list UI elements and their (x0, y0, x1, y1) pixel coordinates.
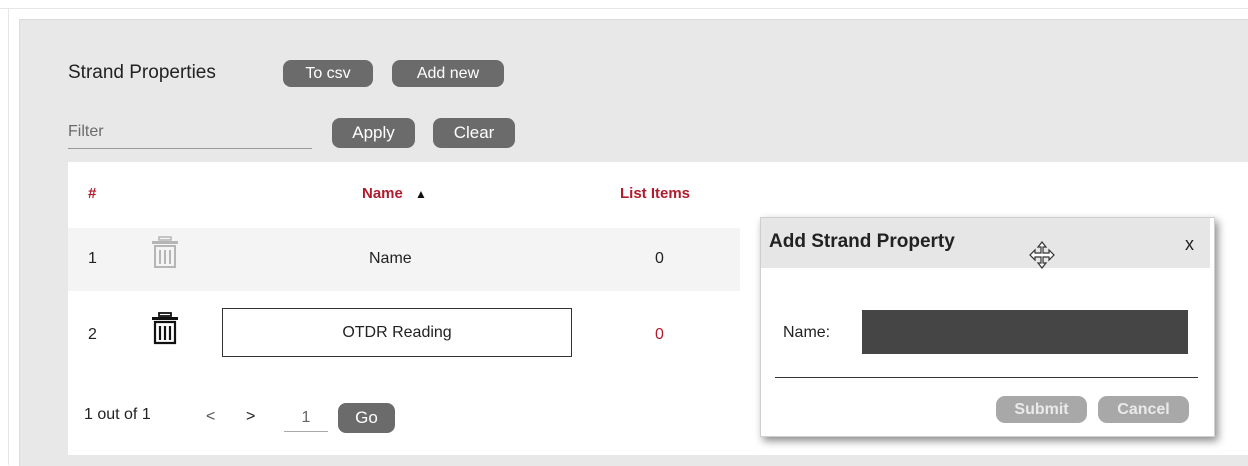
move-icon[interactable] (1027, 240, 1057, 275)
column-header-name-label: Name (362, 185, 403, 202)
row-name-editor[interactable]: OTDR Reading (222, 308, 572, 357)
add-strand-property-dialog: Add Strand Property x Name: Submit Cance… (760, 217, 1215, 437)
filter-field[interactable] (68, 120, 312, 149)
pager-next-button[interactable]: > (246, 408, 255, 426)
column-header-list-items[interactable]: List Items (620, 185, 690, 202)
clear-button[interactable]: Clear (433, 118, 515, 148)
row-index: 1 (88, 250, 97, 267)
page-title: Strand Properties (68, 62, 216, 83)
dialog-title: Add Strand Property (769, 231, 955, 252)
cancel-button[interactable]: Cancel (1098, 396, 1189, 423)
column-header-index[interactable]: # (88, 185, 96, 202)
page-number-input[interactable]: 1 (284, 404, 328, 432)
name-input[interactable] (862, 310, 1188, 354)
row-list-items[interactable]: 0 (655, 326, 664, 344)
pager-prev-button[interactable]: < (206, 408, 215, 426)
top-border (0, 8, 1248, 9)
add-new-button[interactable]: Add new (392, 60, 504, 87)
delete-icon[interactable] (150, 312, 180, 351)
row-name: Name (369, 250, 412, 267)
to-csv-button[interactable]: To csv (283, 60, 373, 87)
row-index: 2 (88, 326, 97, 343)
filter-input[interactable] (68, 120, 312, 144)
delete-icon-disabled (150, 236, 180, 275)
go-button[interactable]: Go (338, 403, 395, 433)
name-field-label: Name: (783, 324, 831, 341)
sort-ascending-icon: ▲ (415, 187, 427, 201)
dialog-header[interactable]: Add Strand Property x (761, 218, 1210, 269)
dialog-close-button[interactable]: x (1185, 234, 1194, 255)
pager-summary: 1 out of 1 (84, 406, 151, 423)
row-list-items: 0 (655, 250, 664, 267)
apply-button[interactable]: Apply (332, 118, 415, 148)
column-header-name[interactable]: Name ▲ (362, 185, 427, 202)
dialog-divider (775, 377, 1198, 378)
submit-button[interactable]: Submit (996, 396, 1087, 423)
left-border (8, 8, 9, 465)
